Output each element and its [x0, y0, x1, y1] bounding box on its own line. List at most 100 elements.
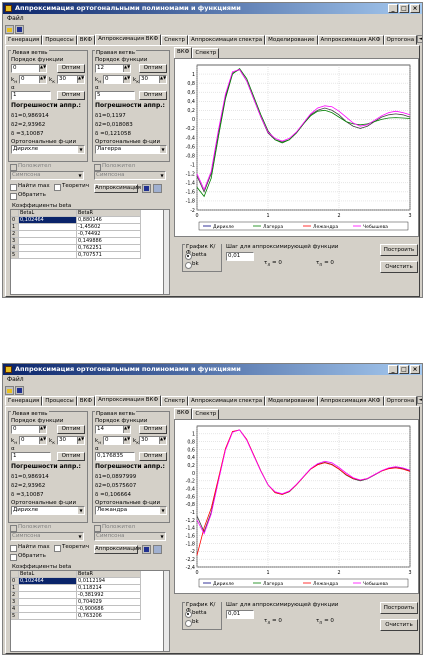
- theoretical-checkbox[interactable]: Теоретич: [54, 544, 89, 552]
- betaR-cell[interactable]: 0,762251: [77, 245, 141, 252]
- step-input[interactable]: 0,01: [226, 610, 254, 619]
- left-opt2-button[interactable]: Оптим: [57, 452, 85, 461]
- table-row[interactable]: 2 -0,74492: [11, 231, 169, 238]
- right-kn-input[interactable]: 0 ▲▼: [103, 436, 131, 445]
- close-button[interactable]: ×: [410, 4, 420, 13]
- beta-grid[interactable]: BetaL BetaR 0 0,102464 0,880146 1 -1,456…: [10, 209, 170, 295]
- betaL-cell[interactable]: [19, 613, 77, 620]
- open-folder-icon[interactable]: [5, 385, 14, 395]
- grid-scrollbar[interactable]: [163, 210, 169, 294]
- tab-2[interactable]: ВКФ: [76, 396, 96, 406]
- tab-4[interactable]: Спектр: [161, 396, 189, 406]
- table-row[interactable]: 3 0,704029: [11, 599, 169, 606]
- left-kk-input[interactable]: 30 ▲▼: [57, 75, 85, 84]
- betaL-cell[interactable]: [19, 599, 77, 606]
- right-simpson-select[interactable]: Симпсона ▼: [94, 171, 166, 180]
- betaL-cell[interactable]: [19, 245, 77, 252]
- table-row[interactable]: 4 0,762251: [11, 245, 169, 252]
- radio-beta[interactable]: betta: [185, 610, 207, 618]
- betaR-cell[interactable]: -0,74492: [77, 231, 141, 238]
- tab-scroll-left-icon[interactable]: ◄: [417, 35, 422, 43]
- build-button[interactable]: Построить: [380, 602, 418, 614]
- tab-1[interactable]: Процессы: [42, 396, 77, 406]
- right-alpha-input[interactable]: 0,176835: [95, 452, 135, 461]
- left-alpha-input[interactable]: 1: [11, 452, 51, 461]
- betaL-cell[interactable]: [19, 606, 77, 613]
- table-row[interactable]: 3 0,149886: [11, 238, 169, 245]
- betaR-cell[interactable]: 0,149886: [77, 238, 141, 245]
- beta-grid[interactable]: BetaL BetaR 0 0,102464 0,0112194 1 0,118…: [10, 570, 170, 652]
- betaL-cell[interactable]: [19, 252, 77, 259]
- approx-button[interactable]: Аппроксимация: [94, 545, 141, 554]
- betaR-cell[interactable]: -0,900686: [77, 606, 141, 613]
- menu-file[interactable]: Файл: [7, 376, 24, 383]
- find-max-checkbox[interactable]: Найти max: [10, 544, 50, 552]
- betaL-cell[interactable]: [19, 585, 77, 592]
- betaL-cell[interactable]: [19, 592, 77, 599]
- betaR-cell[interactable]: 0,118214: [77, 585, 141, 592]
- right-order-input[interactable]: 12 ▲▼: [95, 64, 131, 73]
- left-positive-checkbox[interactable]: Положител: [10, 163, 51, 171]
- build-button[interactable]: Построить: [380, 244, 418, 256]
- table-row[interactable]: 2 -0,381992: [11, 592, 169, 599]
- right-kk-input[interactable]: 30 ▲▼: [139, 436, 167, 445]
- table-row[interactable]: 0 0,102464 0,0112194: [11, 578, 169, 585]
- tab-0[interactable]: Генерация: [5, 35, 43, 45]
- clear-button[interactable]: Очистить: [380, 619, 418, 631]
- left-alpha-input[interactable]: 1: [11, 91, 51, 100]
- tab-4[interactable]: Спектр: [161, 35, 189, 45]
- theoretical-checkbox[interactable]: Теоретич: [54, 183, 89, 191]
- minimize-button[interactable]: _: [388, 365, 398, 374]
- save-disk-icon[interactable]: [15, 24, 24, 34]
- table-row[interactable]: 5 0,763206: [11, 613, 169, 620]
- right-opt2-button[interactable]: Оптим: [139, 452, 167, 461]
- betaR-cell[interactable]: -1,45602: [77, 224, 141, 231]
- left-opt2-button[interactable]: Оптим: [57, 91, 85, 100]
- chart-export-icon[interactable]: [153, 184, 162, 193]
- tab-scroll-left-icon[interactable]: ◄: [417, 396, 422, 404]
- save-result-icon[interactable]: [142, 184, 151, 193]
- maximize-button[interactable]: □: [399, 4, 409, 13]
- betaR-cell[interactable]: -0,381992: [77, 592, 141, 599]
- approx-button[interactable]: Аппроксимация: [94, 184, 141, 193]
- tab-7[interactable]: Аппроксимация АКФ: [317, 35, 384, 45]
- left-positive-checkbox[interactable]: Положител: [10, 524, 51, 532]
- tab-7[interactable]: Аппроксимация АКФ: [317, 396, 384, 406]
- minimize-button[interactable]: _: [388, 4, 398, 13]
- tab-5[interactable]: Аппроксимация спектра: [188, 35, 266, 45]
- betaL-cell[interactable]: [19, 238, 77, 245]
- open-folder-icon[interactable]: [5, 24, 14, 34]
- radio-bk[interactable]: bk: [185, 619, 199, 627]
- right-positive-checkbox[interactable]: Положител: [94, 524, 135, 532]
- betaR-cell[interactable]: 0,704029: [77, 599, 141, 606]
- right-opt2-button[interactable]: Оптим: [139, 91, 167, 100]
- tab-6[interactable]: Моделирование: [265, 35, 318, 45]
- right-orth-select[interactable]: Лагерра ▼: [95, 145, 167, 154]
- right-simpson-select[interactable]: Симпсона ▼: [94, 532, 166, 541]
- radio-bk[interactable]: bk: [185, 261, 199, 269]
- table-row[interactable]: 0 0,102464 0,880146: [11, 217, 169, 224]
- tab-2[interactable]: ВКФ: [76, 35, 96, 45]
- left-kk-input[interactable]: 30 ▲▼: [57, 436, 85, 445]
- left-simpson-select[interactable]: Симпсона ▼: [10, 532, 84, 541]
- left-order-input[interactable]: 0 ▲▼: [11, 64, 47, 73]
- save-result-icon[interactable]: [142, 545, 151, 554]
- left-opt-button[interactable]: Оптим: [57, 425, 85, 434]
- betaR-cell[interactable]: 0,880146: [77, 217, 141, 224]
- radio-beta[interactable]: betta: [185, 252, 207, 260]
- left-kn-input[interactable]: 0 ▲▼: [19, 436, 47, 445]
- betaL-cell[interactable]: [19, 224, 77, 231]
- left-order-input[interactable]: 0 ▲▼: [11, 425, 47, 434]
- right-order-input[interactable]: 14 ▲▼: [95, 425, 131, 434]
- table-row[interactable]: 4 -0,900686: [11, 606, 169, 613]
- betaL-cell[interactable]: 0,102464: [19, 578, 77, 585]
- chart-export-icon[interactable]: [153, 545, 162, 554]
- betaL-cell[interactable]: 0,102464: [19, 217, 77, 224]
- betaR-cell[interactable]: 0,707571: [77, 252, 141, 259]
- find-max-checkbox[interactable]: Найти max: [10, 183, 50, 191]
- right-kk-input[interactable]: 30 ▲▼: [139, 75, 167, 84]
- invert-checkbox[interactable]: Обратить: [10, 553, 46, 561]
- right-positive-checkbox[interactable]: Положител: [94, 163, 135, 171]
- maximize-button[interactable]: □: [399, 365, 409, 374]
- tab-8[interactable]: Ортогона: [383, 396, 418, 406]
